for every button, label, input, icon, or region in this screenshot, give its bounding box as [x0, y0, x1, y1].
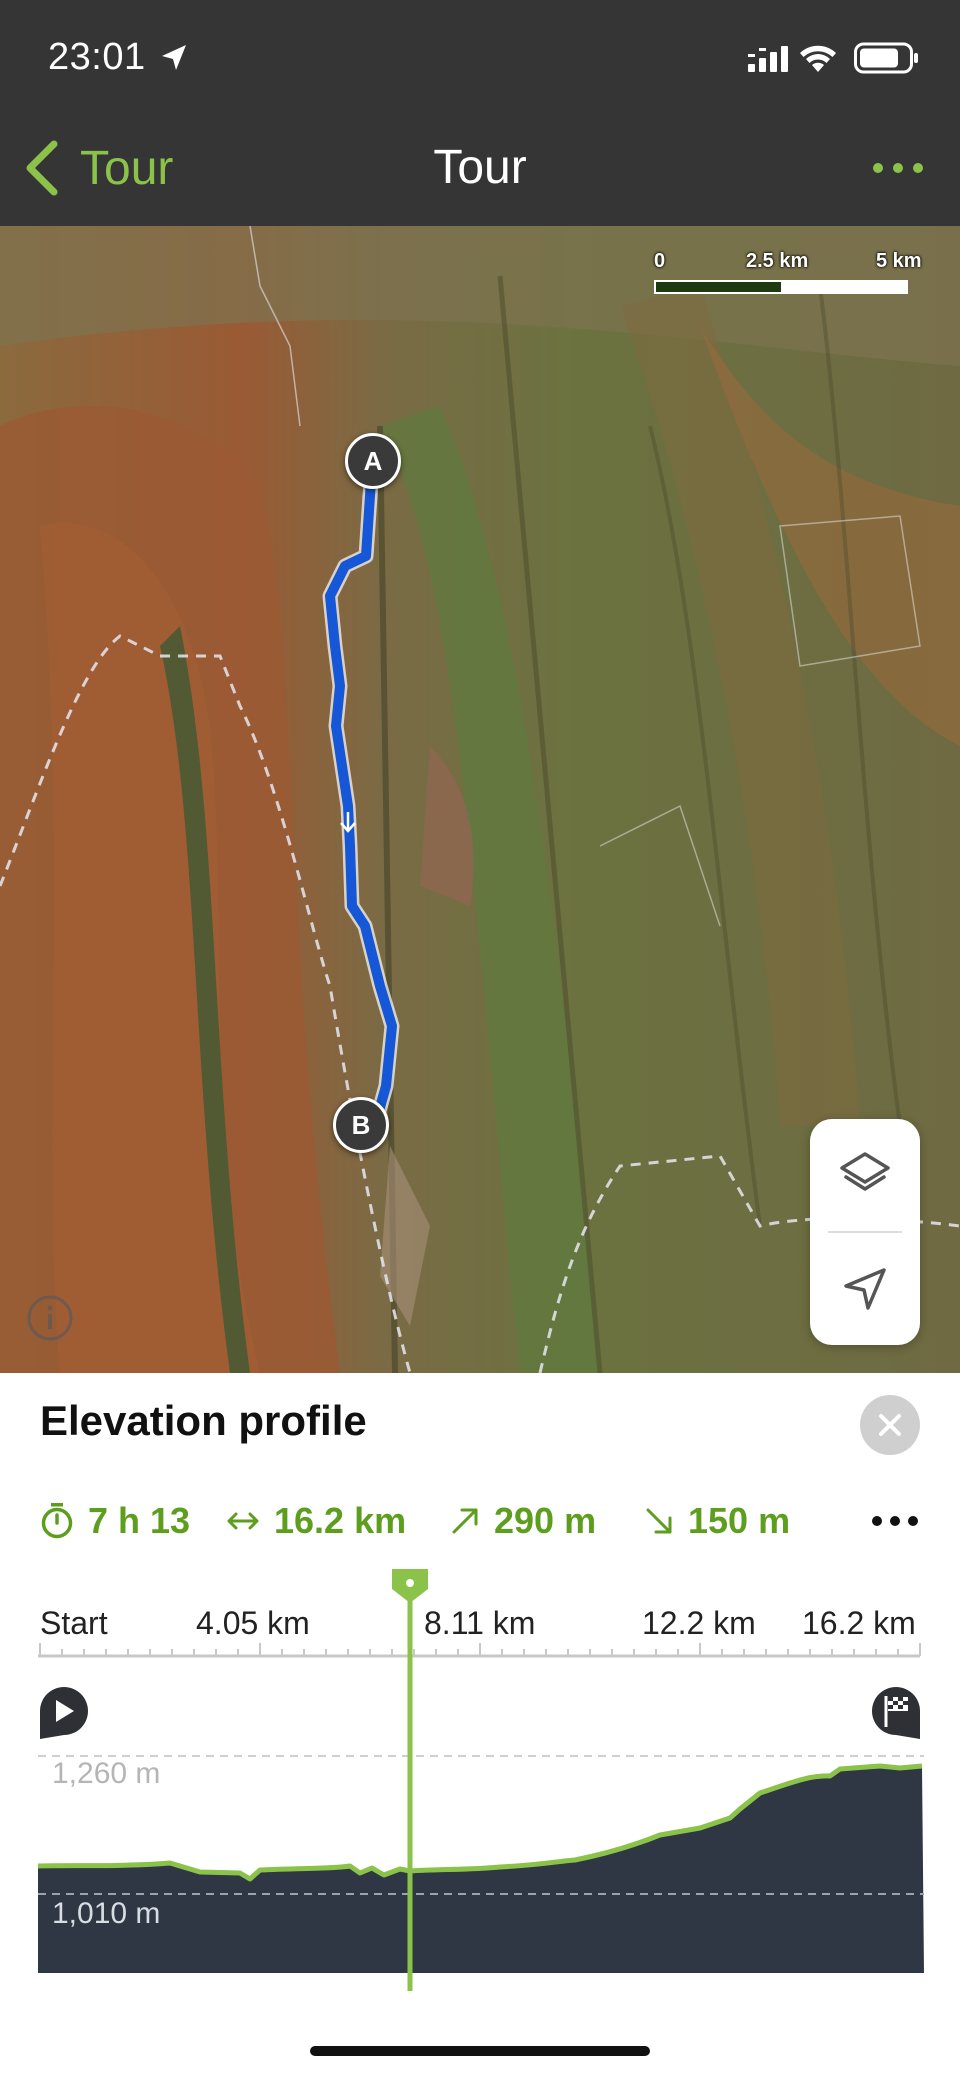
play-pin-icon	[40, 1687, 88, 1739]
more-dots-icon[interactable]	[870, 148, 926, 188]
scale-label-0: 0	[654, 250, 666, 272]
location-arrow-icon	[162, 45, 186, 70]
top-bar: 23:01 Tour Tour	[0, 0, 960, 226]
status-time: 23:01	[48, 36, 146, 78]
layers-button[interactable]	[810, 1119, 920, 1231]
elevation-profile-chart[interactable]	[0, 1373, 960, 2079]
elevation-label-upper: 1,260 m	[52, 1757, 161, 1790]
info-icon[interactable]	[26, 1294, 74, 1342]
start-marker[interactable]: A	[345, 433, 401, 489]
scale-bar	[654, 280, 908, 294]
cellular-signal-icon	[748, 46, 788, 72]
scale-label-max: 5 km	[876, 250, 922, 272]
map-scale: 0 2.5 km 5 km	[654, 250, 924, 310]
map-view[interactable]: 0 2.5 km 5 km A B	[0, 226, 960, 1373]
navigation-arrow-icon	[844, 1268, 886, 1310]
checkered-flag-pin-icon	[872, 1687, 920, 1739]
layers-icon	[840, 1152, 890, 1191]
ruler-ticks	[39, 1643, 921, 1656]
scale-label-mid: 2.5 km	[746, 250, 809, 272]
elevation-sheet: Elevation profile 7 h 13 16.2 km 290 m 1…	[0, 1373, 960, 2079]
page-title: Tour	[433, 141, 527, 194]
map-controls	[810, 1119, 920, 1345]
locate-button[interactable]	[810, 1233, 920, 1345]
wifi-icon	[800, 45, 836, 72]
battery-icon	[854, 42, 918, 74]
end-marker[interactable]: B	[333, 1097, 389, 1153]
elevation-label-lower: 1,010 m	[52, 1897, 161, 1930]
home-indicator[interactable]	[310, 2046, 650, 2056]
